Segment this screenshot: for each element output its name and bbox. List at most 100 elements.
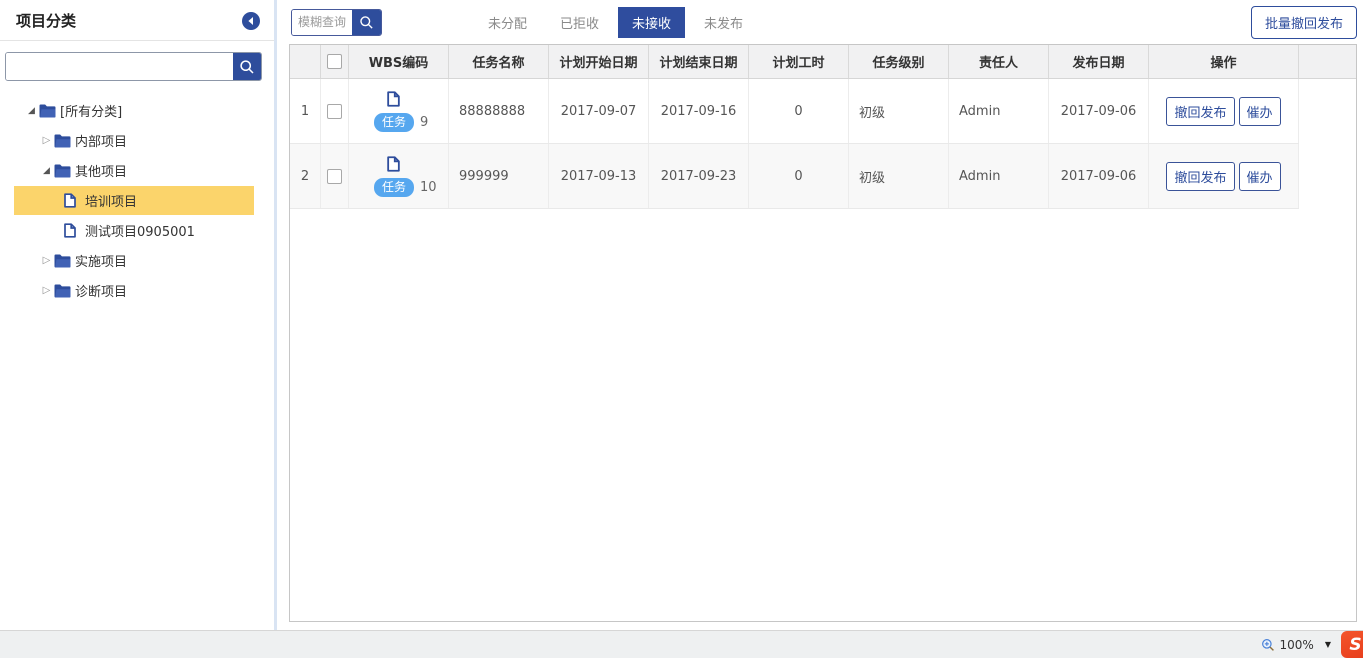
wbs-number: 10 bbox=[420, 180, 437, 195]
header-publish-date: 发布日期 bbox=[1049, 45, 1149, 78]
tab-unpublished[interactable]: 未发布 bbox=[690, 7, 757, 38]
task-badge: 任务 bbox=[374, 113, 414, 132]
tree-item-test-project[interactable]: 测试项目0905001 bbox=[14, 216, 254, 245]
chevron-down-icon[interactable]: ▼ bbox=[1325, 640, 1331, 649]
folder-icon bbox=[39, 104, 58, 118]
toolbar: 未分配 已拒收 未接收 未发布 批量撤回发布 bbox=[277, 0, 1363, 44]
sogou-input-tray-icon[interactable]: S bbox=[1341, 631, 1363, 658]
row-checkbox[interactable] bbox=[327, 104, 342, 119]
owner-cell: Admin bbox=[949, 144, 1049, 208]
file-icon bbox=[387, 156, 400, 176]
header-checkbox-cell bbox=[321, 45, 349, 78]
tree-item-internal-projects[interactable]: ▷ 内部项目 bbox=[14, 126, 254, 155]
category-sidebar: 项目分类 ◢ [所有分类] ▷ bbox=[0, 0, 277, 630]
folder-icon bbox=[54, 164, 73, 178]
wbs-code-cell: 任务 9 bbox=[349, 79, 449, 143]
chevron-left-icon bbox=[247, 17, 255, 25]
plan-start-cell: 2017-09-07 bbox=[549, 79, 649, 143]
plan-hours-cell: 0 bbox=[749, 79, 849, 143]
tab-not-received[interactable]: 未接收 bbox=[618, 7, 685, 38]
header-filler bbox=[1299, 45, 1356, 78]
tab-unassigned[interactable]: 未分配 bbox=[474, 7, 541, 38]
tree-item-training-project-selected[interactable]: 培训项目 bbox=[14, 186, 254, 215]
sidebar-header: 项目分类 bbox=[0, 0, 274, 41]
tree-item-all-categories[interactable]: ◢ [所有分类] bbox=[14, 96, 254, 125]
actions-cell: 撤回发布 催办 bbox=[1149, 79, 1299, 143]
zoom-level-label: 100% bbox=[1280, 638, 1314, 652]
tree-item-label: 测试项目0905001 bbox=[85, 221, 195, 240]
file-icon bbox=[64, 193, 83, 208]
header-plan-hours: 计划工时 bbox=[749, 45, 849, 78]
tree-expanded-arrow-icon[interactable]: ◢ bbox=[39, 166, 54, 176]
folder-icon bbox=[54, 254, 73, 268]
status-tabs: 未分配 已拒收 未接收 未发布 bbox=[474, 7, 762, 38]
plan-end-cell: 2017-09-16 bbox=[649, 79, 749, 143]
batch-withdraw-publish-button[interactable]: 批量撤回发布 bbox=[1251, 6, 1357, 39]
header-plan-end-date: 计划结束日期 bbox=[649, 45, 749, 78]
category-tree: ◢ [所有分类] ▷ 内部项目 ◢ 其他项目 bbox=[0, 87, 274, 305]
header-task-name: 任务名称 bbox=[449, 45, 549, 78]
fuzzy-search-input[interactable] bbox=[292, 10, 352, 35]
task-level-cell: 初级 bbox=[849, 79, 949, 143]
fuzzy-search-button[interactable] bbox=[352, 10, 381, 35]
tree-collapsed-arrow-icon[interactable]: ▷ bbox=[39, 255, 54, 266]
tree-item-label: 实施项目 bbox=[75, 251, 127, 270]
task-name-cell: 999999 bbox=[449, 144, 549, 208]
plan-start-cell: 2017-09-13 bbox=[549, 144, 649, 208]
task-badge: 任务 bbox=[374, 178, 414, 197]
publish-date-cell: 2017-09-06 bbox=[1049, 144, 1149, 208]
task-level-cell: 初级 bbox=[849, 144, 949, 208]
fuzzy-search-group bbox=[291, 9, 382, 36]
table-row: 2 任务 10 999999 2017- bbox=[290, 144, 1299, 209]
row-index: 2 bbox=[290, 144, 321, 208]
publish-date-cell: 2017-09-06 bbox=[1049, 79, 1149, 143]
tree-item-label: 培训项目 bbox=[85, 191, 137, 210]
folder-icon bbox=[54, 134, 73, 148]
select-all-checkbox[interactable] bbox=[327, 54, 342, 69]
sidebar-search-button[interactable] bbox=[233, 53, 261, 80]
row-checkbox-cell bbox=[321, 79, 349, 143]
tree-item-label: 诊断项目 bbox=[75, 281, 127, 300]
wbs-number: 9 bbox=[420, 115, 428, 130]
header-wbs-code: WBS编码 bbox=[349, 45, 449, 78]
urge-button[interactable]: 催办 bbox=[1239, 97, 1281, 126]
browser-status-bar: 100% ▼ S bbox=[0, 630, 1363, 658]
header-plan-start-date: 计划开始日期 bbox=[549, 45, 649, 78]
tree-collapsed-arrow-icon[interactable]: ▷ bbox=[39, 135, 54, 146]
wbs-code-cell: 任务 10 bbox=[349, 144, 449, 208]
row-checkbox-cell bbox=[321, 144, 349, 208]
tree-collapsed-arrow-icon[interactable]: ▷ bbox=[39, 285, 54, 296]
withdraw-publish-button[interactable]: 撤回发布 bbox=[1166, 162, 1234, 191]
row-index: 1 bbox=[290, 79, 321, 143]
search-icon bbox=[359, 15, 374, 30]
zoom-control[interactable]: 100% ▼ bbox=[1261, 631, 1331, 658]
folder-icon bbox=[54, 284, 73, 298]
urge-button[interactable]: 催办 bbox=[1239, 162, 1281, 191]
header-index bbox=[290, 45, 321, 78]
sidebar-search-input[interactable] bbox=[6, 53, 233, 80]
header-task-level: 任务级别 bbox=[849, 45, 949, 78]
app-window: 项目分类 ◢ [所有分类] ▷ bbox=[0, 0, 1363, 630]
header-owner: 责任人 bbox=[949, 45, 1049, 78]
plan-end-cell: 2017-09-23 bbox=[649, 144, 749, 208]
tree-item-label: 其他项目 bbox=[75, 161, 127, 180]
magnifier-plus-icon bbox=[1261, 638, 1275, 652]
tree-item-diagnosis-projects[interactable]: ▷ 诊断项目 bbox=[14, 276, 254, 305]
tree-expanded-arrow-icon[interactable]: ◢ bbox=[24, 106, 39, 116]
withdraw-publish-button[interactable]: 撤回发布 bbox=[1166, 97, 1234, 126]
sidebar-title: 项目分类 bbox=[16, 10, 76, 31]
file-icon bbox=[64, 223, 83, 238]
plan-hours-cell: 0 bbox=[749, 144, 849, 208]
tab-rejected[interactable]: 已拒收 bbox=[546, 7, 613, 38]
tree-item-label: 内部项目 bbox=[75, 131, 127, 150]
actions-cell: 撤回发布 催办 bbox=[1149, 144, 1299, 208]
table-row: 1 任务 9 88888888 2017 bbox=[290, 79, 1299, 144]
tree-item-other-projects[interactable]: ◢ 其他项目 bbox=[14, 156, 254, 185]
tree-item-implementation-projects[interactable]: ▷ 实施项目 bbox=[14, 246, 254, 275]
sidebar-collapse-button[interactable] bbox=[242, 12, 260, 30]
task-grid: WBS编码 任务名称 计划开始日期 计划结束日期 计划工时 任务级别 责任人 发… bbox=[289, 44, 1357, 622]
main-panel: 未分配 已拒收 未接收 未发布 批量撤回发布 WBS编码 任务名称 计划开始日期… bbox=[277, 0, 1363, 630]
sidebar-search-group bbox=[5, 52, 262, 81]
file-icon bbox=[387, 91, 400, 111]
row-checkbox[interactable] bbox=[327, 169, 342, 184]
